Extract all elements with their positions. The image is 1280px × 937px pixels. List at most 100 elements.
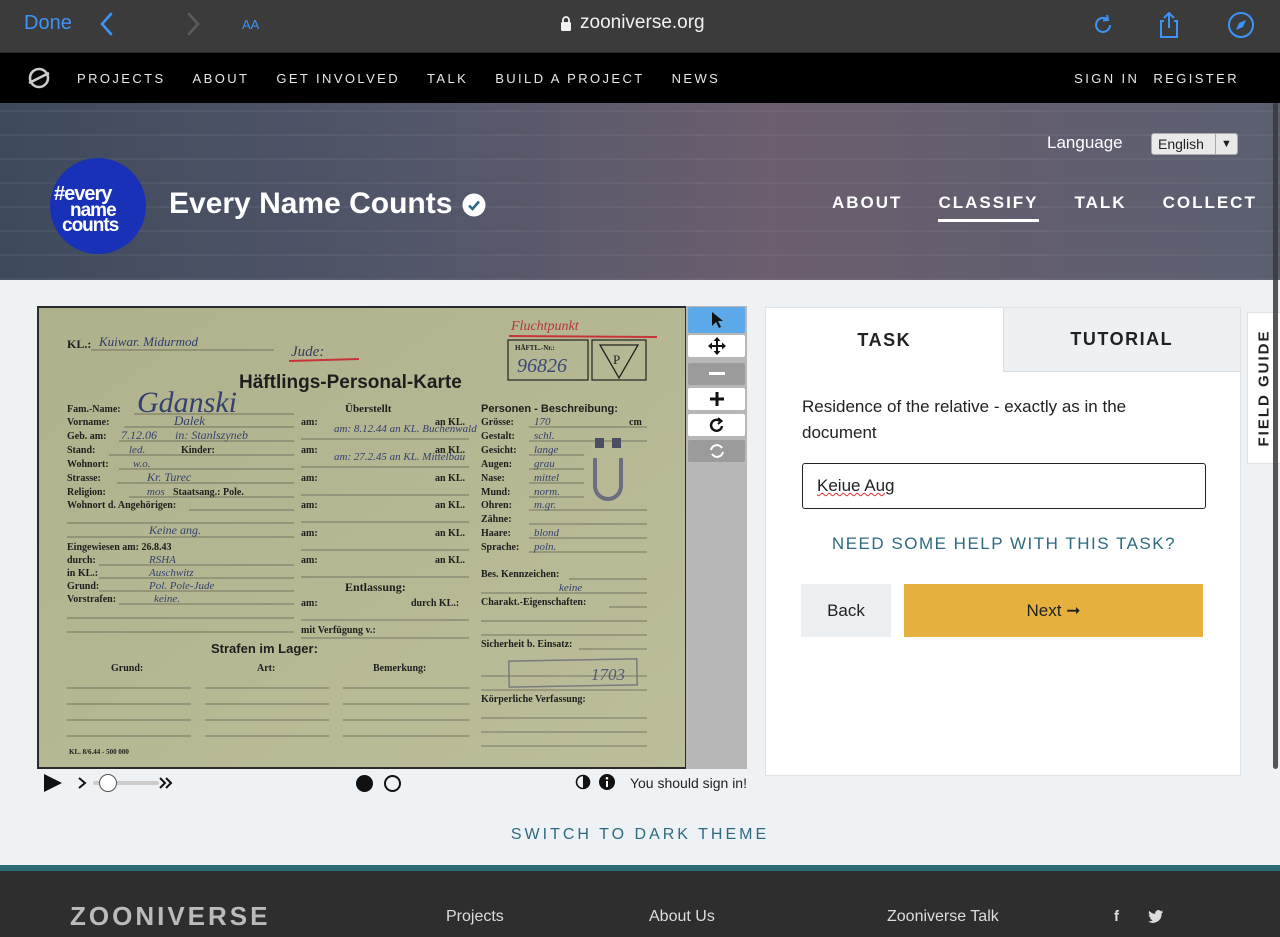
- card-an-kl-label: an KL.: [435, 473, 466, 484]
- address-bar[interactable]: zooniverse.org: [560, 12, 705, 34]
- card-strafen-col: Grund:: [111, 663, 143, 674]
- step-chevron-icon[interactable]: [77, 776, 87, 790]
- zoom-in-button[interactable]: [688, 388, 745, 410]
- card-an-kl-label: an KL.: [435, 528, 466, 539]
- answer-text-field[interactable]: Keiue Aug: [802, 463, 1206, 509]
- zoom-out-button[interactable]: [688, 363, 745, 385]
- nav-build-a-project[interactable]: BUILD A PROJECT: [495, 71, 644, 86]
- card-left-value: w.o.: [133, 458, 151, 470]
- frame-dot[interactable]: [384, 775, 401, 792]
- url-text: zooniverse.org: [580, 12, 705, 33]
- rotate-icon: [709, 417, 723, 432]
- card-entlassung: Entlassung:: [345, 580, 406, 594]
- tab-task[interactable]: TASK: [766, 308, 1003, 372]
- refresh-icon: [709, 444, 724, 458]
- card-am-label: am:: [301, 500, 318, 511]
- nav-talk[interactable]: TALK: [427, 71, 468, 86]
- fast-forward-icon[interactable]: [159, 776, 173, 790]
- card-left-label: Geb. am:: [67, 431, 106, 442]
- footer-link-zooniverse-talk[interactable]: Zooniverse Talk: [887, 908, 999, 926]
- minus-icon: [708, 372, 725, 375]
- card-personen-heading: Personen - Beschreibung:: [481, 403, 618, 415]
- card-left-label: Strasse:: [67, 473, 101, 484]
- pan-tool[interactable]: [688, 335, 745, 357]
- sign-in-link[interactable]: SIGN IN: [1074, 71, 1139, 86]
- card-left-label: Religion:: [67, 487, 106, 498]
- language-select[interactable]: English ▼: [1151, 133, 1238, 155]
- done-button[interactable]: Done: [24, 12, 72, 35]
- plus-icon: [709, 392, 724, 406]
- project-avatar[interactable]: #every name counts: [50, 158, 146, 254]
- back-chevron-icon[interactable]: [96, 10, 118, 38]
- project-tabs: ABOUT CLASSIFY TALK COLLECT: [832, 193, 1257, 222]
- register-link[interactable]: REGISTER: [1153, 71, 1239, 86]
- card-eingewiesen-label: Vorstrafen:: [67, 594, 116, 605]
- invert-colors-icon[interactable]: [575, 774, 591, 790]
- pointer-tool[interactable]: [688, 307, 745, 333]
- next-button[interactable]: Next ➞: [904, 584, 1203, 637]
- card-eingewiesen-value: Auschwitz: [148, 567, 194, 579]
- rotate-button[interactable]: [688, 414, 745, 436]
- tab-classify[interactable]: CLASSIFY: [938, 193, 1039, 222]
- card-uberstellt-row: am: 27.2.45 an KL. Mittelbau: [334, 451, 466, 463]
- card-personen-label: Mund:: [481, 487, 510, 498]
- facebook-icon[interactable]: f: [1114, 908, 1130, 925]
- footer-link-about-us[interactable]: About Us: [649, 908, 715, 926]
- card-personen-label: Haare:: [481, 528, 511, 539]
- tab-tutorial[interactable]: TUTORIAL: [1002, 308, 1240, 372]
- subject-image[interactable]: KL.: Kuiwar. Midurmod Jude: Fluchtpunkt …: [37, 306, 687, 769]
- nav-get-involved[interactable]: GET INVOLVED: [276, 71, 400, 86]
- cursor-arrow-icon: [711, 312, 723, 328]
- card-personen-value: schl.: [534, 430, 554, 442]
- card-personen-value: grau: [534, 458, 555, 470]
- info-icon[interactable]: [599, 774, 615, 790]
- card-eingewiesen-label: Eingewiesen am: 26.8.43: [67, 542, 171, 553]
- card-eingewiesen-value: RSHA: [148, 554, 176, 566]
- verified-badge-icon: [462, 193, 486, 217]
- twitter-icon[interactable]: [1148, 908, 1164, 924]
- page-scrollbar[interactable]: [1273, 103, 1278, 769]
- card-eingewiesen-label: Grund:: [67, 581, 99, 592]
- share-icon[interactable]: [1154, 10, 1184, 40]
- playback-speed-slider[interactable]: [93, 774, 159, 792]
- switch-dark-theme-link[interactable]: SWITCH TO DARK THEME: [0, 826, 1280, 844]
- sign-in-notice: You should sign in!: [629, 775, 747, 791]
- project-title[interactable]: Every Name Counts: [169, 187, 452, 221]
- card-an-kl-label: an KL.: [435, 555, 466, 566]
- tab-collect[interactable]: COLLECT: [1163, 193, 1257, 222]
- card-geb-in: in: Stanlszyneb: [175, 428, 248, 442]
- card-haftl-label: HÄFTL.-Nr.:: [515, 344, 555, 352]
- back-button[interactable]: Back: [801, 584, 891, 637]
- card-personen-label: Zähne:: [481, 514, 512, 525]
- site-nav-links: PROJECTS ABOUT GET INVOLVED TALK BUILD A…: [77, 53, 720, 103]
- card-left-label: Vorname:: [67, 417, 109, 428]
- slider-thumb[interactable]: [99, 774, 117, 792]
- auth-links: SIGN IN REGISTER: [1074, 53, 1239, 103]
- footer-link-projects[interactable]: Projects: [446, 908, 504, 926]
- card-left-value: led.: [129, 444, 145, 456]
- forward-chevron-icon[interactable]: [182, 10, 204, 38]
- card-triangle-letter: P: [613, 352, 620, 367]
- card-personen-label: Augen:: [481, 459, 512, 470]
- nav-about[interactable]: ABOUT: [193, 71, 250, 86]
- card-staatsang: Staatsang.: Pole.: [173, 487, 244, 498]
- card-am-label: am:: [301, 445, 318, 456]
- tab-about[interactable]: ABOUT: [832, 193, 902, 222]
- dropdown-arrow-icon: ▼: [1215, 134, 1237, 154]
- card-fluchtpunkt-text: Fluchtpunkt: [510, 319, 580, 334]
- text-size-button[interactable]: AA: [242, 13, 259, 34]
- card-left-label: Wohnort d. Angehörigen:: [67, 500, 176, 511]
- zooniverse-logo-icon[interactable]: [27, 66, 51, 90]
- reload-icon[interactable]: [1088, 10, 1118, 40]
- footer-zooniverse-logo[interactable]: ZOONIVERSE: [70, 901, 270, 932]
- card-durch-kl: durch KL.:: [411, 598, 459, 609]
- task-question: Residence of the relative - exactly as i…: [802, 397, 1127, 442]
- reset-view-button[interactable]: [688, 440, 745, 462]
- play-icon[interactable]: [42, 773, 64, 793]
- frame-dot-active[interactable]: [356, 775, 373, 792]
- task-help-link[interactable]: NEED SOME HELP WITH THIS TASK?: [766, 534, 1242, 554]
- nav-news[interactable]: NEWS: [672, 71, 721, 86]
- compass-icon[interactable]: [1226, 10, 1256, 40]
- tab-talk[interactable]: TALK: [1075, 193, 1127, 222]
- nav-projects[interactable]: PROJECTS: [77, 71, 166, 86]
